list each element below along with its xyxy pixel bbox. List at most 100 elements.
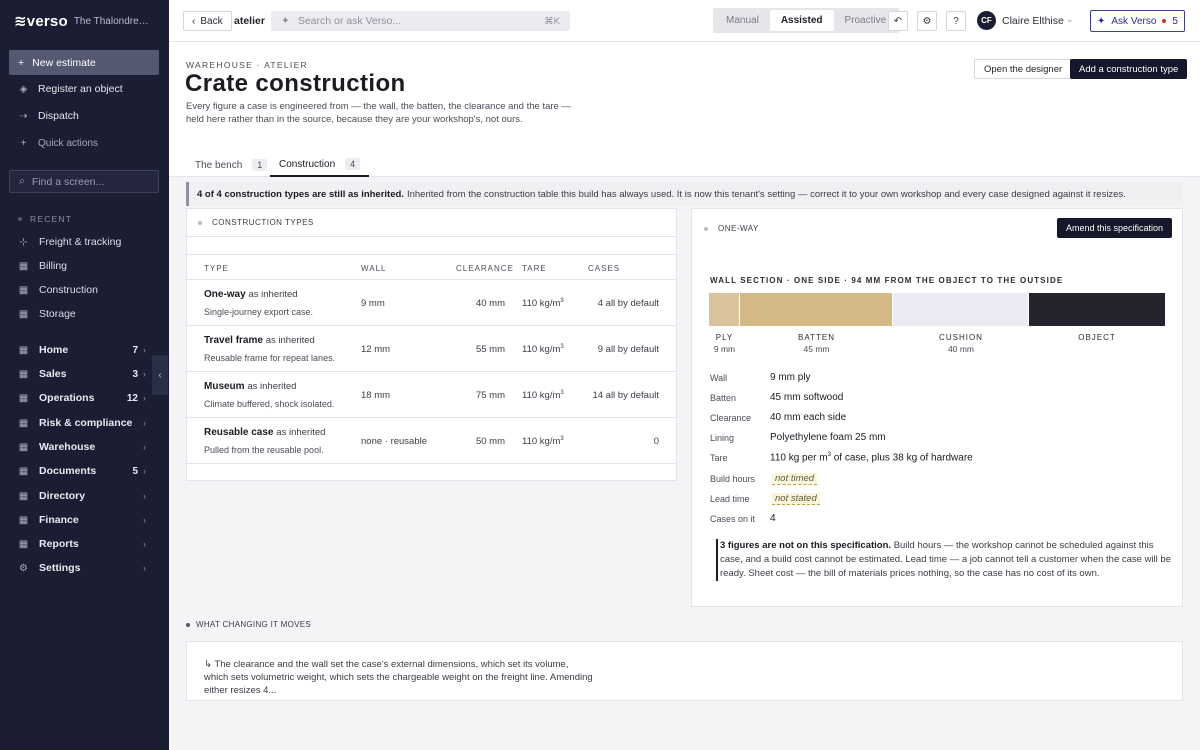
wall-cell: 18 mm [361, 390, 391, 401]
wall-segment-object [1029, 293, 1165, 326]
nav-count: 5 [132, 465, 138, 477]
help-button[interactable]: ? [946, 11, 966, 31]
dot-icon [186, 622, 190, 627]
chevron-down-icon[interactable]: ⌄ [1066, 14, 1074, 25]
superscript: 3 [560, 344, 564, 350]
wall-segment-batten [740, 293, 893, 326]
brand-logo: ≋verso [14, 13, 68, 30]
table-row[interactable]: Travel frame as inherited Reusable frame… [187, 326, 676, 372]
divider [187, 236, 676, 237]
construction-types-table: TYPE WALL CLEARANCE TARE CASES One-way a… [187, 254, 676, 464]
quick-actions-button[interactable]: + Quick actions [18, 138, 98, 149]
new-estimate-label: New estimate [32, 56, 96, 69]
nav-sales[interactable]: ▦ Sales 3 › [18, 368, 152, 380]
recent-item-billing[interactable]: ▦ Billing [18, 260, 67, 272]
nav-finance[interactable]: ▦ Finance › [18, 514, 152, 526]
ask-verso-button[interactable]: ✦ Ask Verso 5 [1090, 10, 1185, 32]
column-header[interactable]: TARE [522, 264, 547, 273]
undo-button[interactable]: ↶ [888, 11, 908, 31]
grid-icon: ▦ [18, 368, 29, 380]
topbar: ‹ Back atelier ✦ Search or ask Verso... … [169, 0, 1200, 42]
grid-icon: ▦ [18, 490, 29, 502]
ask-label: Ask Verso [1111, 15, 1157, 27]
register-object-button[interactable]: ◈ Register an object [18, 83, 123, 95]
mode-assisted[interactable]: Assisted [769, 10, 834, 31]
search-input[interactable]: ✦ Search or ask Verso... ⌘K [271, 11, 570, 31]
mode-manual[interactable]: Manual [715, 10, 770, 31]
spec-label: Lead time [710, 494, 750, 504]
recent-item-construction[interactable]: ▦ Construction [18, 284, 98, 296]
spec-label: Tare [710, 453, 728, 463]
table-row[interactable]: Reusable case as inherited Pulled from t… [187, 418, 676, 464]
clearance-cell: 50 mm [475, 436, 505, 447]
dispatch-button[interactable]: ⇢ Dispatch [18, 110, 79, 122]
tare-value: 110 kg/m [522, 344, 561, 356]
tare-cell: 110 kg/m3 [522, 390, 564, 401]
back-button[interactable]: ‹ Back [183, 11, 232, 31]
table-row[interactable]: One-way as inherited Single-journey expo… [187, 280, 676, 326]
breadcrumb[interactable]: atelier [234, 15, 265, 27]
nav-count: 12 [126, 392, 138, 404]
recent-item-storage[interactable]: ▦ Storage [18, 308, 76, 320]
user-name[interactable]: Claire Elthise [1002, 15, 1064, 27]
spec-value-missing[interactable]: not stated [772, 493, 820, 505]
spec-label: Build hours [710, 474, 756, 484]
inherited-label: as inherited [247, 381, 297, 392]
nav-settings[interactable]: ⚙ Settings › [18, 562, 152, 574]
nav-warehouse[interactable]: ▦ Warehouse › [18, 441, 152, 453]
grid-icon: ▦ [18, 514, 29, 526]
wall-section-title: WALL SECTION · ONE SIDE · 94 MM FROM THE… [710, 276, 1064, 285]
spec-value: 45 mm softwood [770, 392, 843, 403]
avatar[interactable]: CF [977, 11, 996, 30]
recent-item-label: Billing [39, 260, 68, 272]
column-header[interactable]: CASES [588, 264, 620, 273]
grid-icon: ▦ [18, 308, 29, 320]
nav-reports[interactable]: ▦ Reports › [18, 538, 152, 550]
inherited-notice: 4 of 4 construction types are still as i… [186, 182, 1183, 206]
amend-specification-button[interactable]: Amend this specification [1057, 218, 1173, 238]
ask-count: 5 [1172, 15, 1178, 27]
collapse-sidebar-button[interactable]: ‹ [152, 355, 168, 395]
tab-label: Construction [279, 158, 336, 170]
spec-value: 9 mm ply [770, 372, 811, 383]
spec-value-missing[interactable]: not timed [772, 473, 818, 485]
wall-cell: 12 mm [361, 344, 391, 355]
nav-risk[interactable]: ▦ Risk & compliance › [18, 417, 152, 429]
chevron-right-icon: › [143, 393, 146, 403]
nav-home[interactable]: ▦ Home 7 › [18, 344, 152, 356]
inherited-label: as inherited [265, 335, 315, 346]
cube-icon: ◈ [19, 83, 28, 95]
add-construction-type-button[interactable]: Add a construction type [1070, 59, 1188, 79]
open-designer-button[interactable]: Open the designer [974, 59, 1073, 79]
column-header[interactable]: TYPE [204, 264, 229, 273]
chevron-left-icon: ‹ [192, 15, 196, 27]
column-header[interactable]: CLEARANCE [456, 264, 514, 273]
nav-directory[interactable]: ▦ Directory › [18, 490, 152, 502]
superscript: 3 [560, 390, 564, 396]
brand[interactable]: ≋verso The Thalondre Archive [14, 12, 150, 30]
nav-documents[interactable]: ▦ Documents 5 › [18, 465, 152, 477]
settings-button[interactable]: ⚙ [917, 11, 937, 31]
tab-the-bench[interactable]: The bench 1 [186, 153, 276, 177]
new-estimate-button[interactable]: + New estimate [9, 50, 159, 75]
dot-icon [18, 217, 22, 221]
spec-value: 4 [770, 513, 776, 524]
tare-cell: 110 kg/m3 [522, 344, 564, 355]
dispatch-label: Dispatch [38, 110, 79, 122]
recent-item-freight[interactable]: ⊹ Freight & tracking [18, 236, 121, 248]
spec-value-text: 45 mm softwood [770, 392, 844, 403]
sparkle-icon: ✦ [281, 15, 290, 27]
nav-label: Warehouse [39, 441, 96, 453]
find-screen-input[interactable]: ⌕ Find a screen... [9, 170, 159, 193]
nav-operations[interactable]: ▦ Operations 12 › [18, 392, 152, 404]
tab-construction[interactable]: Construction 4 [270, 153, 370, 177]
chevron-left-icon: ‹ [158, 369, 162, 381]
what-changing-heading: WHAT CHANGING IT MOVES [186, 620, 311, 629]
column-header[interactable]: WALL [361, 264, 387, 273]
recent-item-label: Freight & tracking [39, 236, 122, 248]
type-name-text: Travel frame [204, 335, 263, 346]
construction-types-panel: CONSTRUCTION TYPES TYPE WALL CLEARANCE T… [186, 208, 677, 481]
table-row[interactable]: Museum as inherited Climate buffered, sh… [187, 372, 676, 418]
tare-cell: 110 kg/m3 [522, 298, 564, 309]
back-label: Back [200, 15, 223, 27]
